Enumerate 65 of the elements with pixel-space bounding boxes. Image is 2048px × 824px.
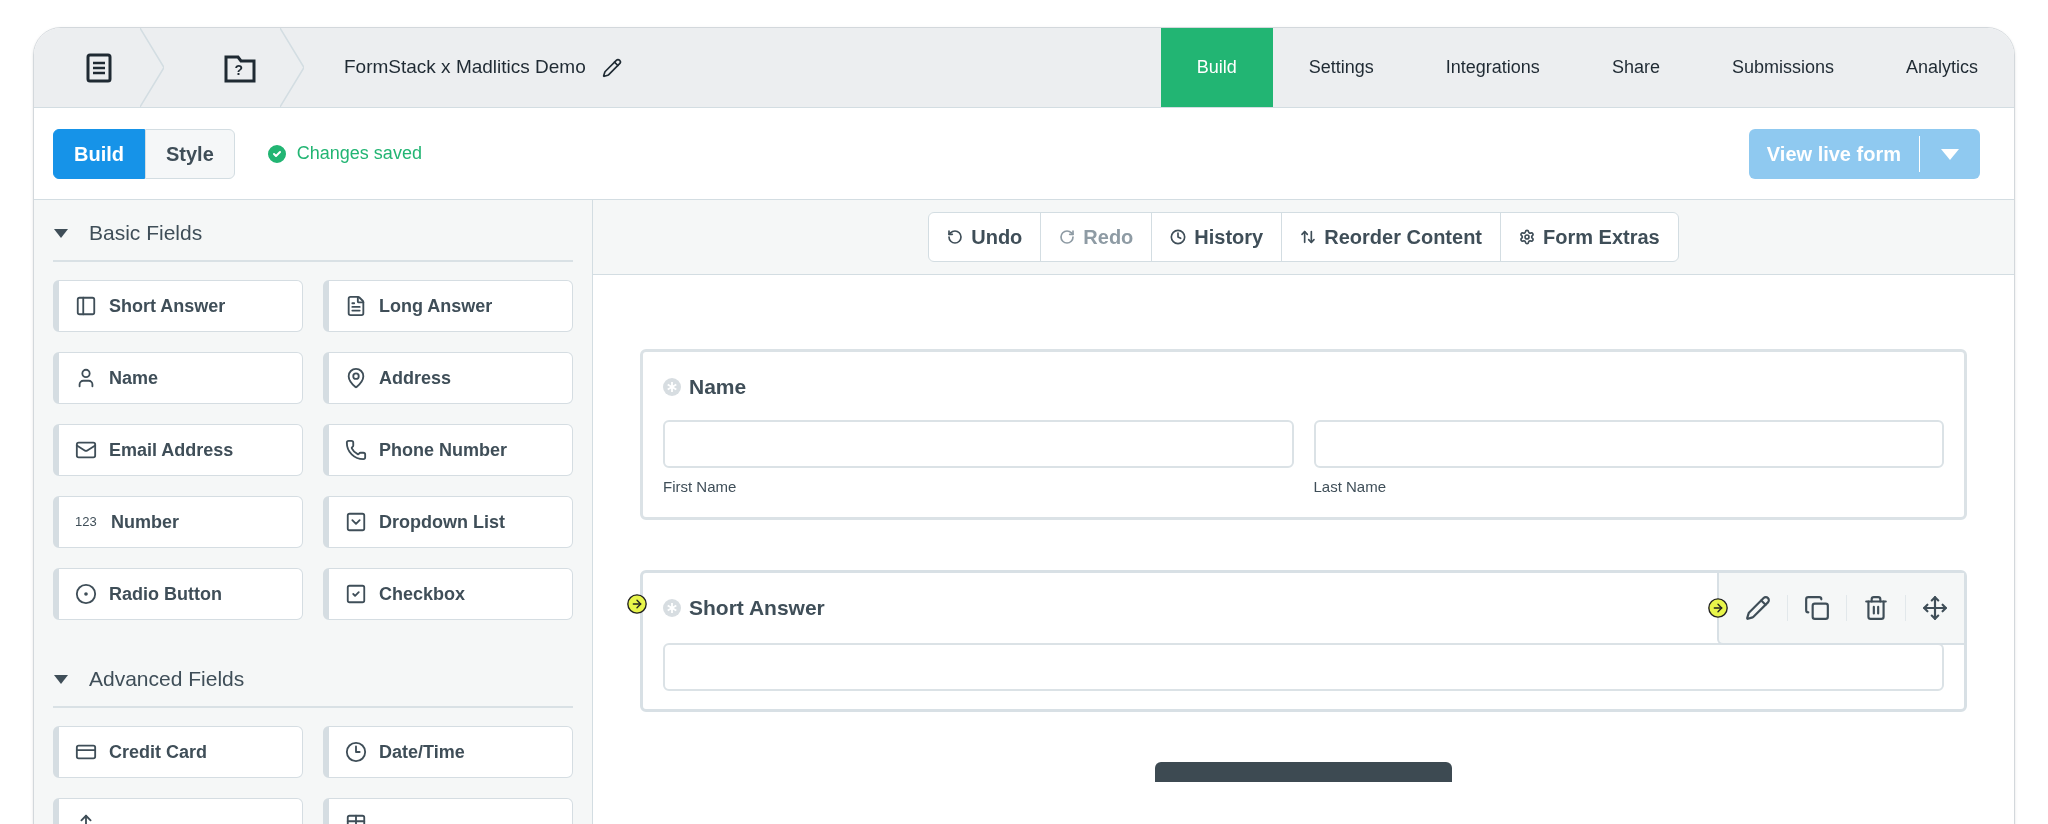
input-sublabel: Last Name [1313, 477, 1388, 497]
toolbar-button[interactable]: Undo [929, 213, 1041, 261]
field-tile[interactable]: Credit Card [53, 726, 303, 778]
field-tile[interactable]: Date/Time [323, 726, 573, 778]
collapse-caret-icon[interactable] [53, 673, 69, 685]
trash-icon[interactable] [1863, 594, 1889, 621]
phone-icon [345, 439, 367, 461]
number-icon: 123 [75, 512, 99, 532]
nav-tab[interactable]: Analytics [1869, 28, 2014, 107]
text-input[interactable] [663, 642, 1944, 691]
arrow-marker-icon [1707, 596, 1729, 619]
datetime-icon [345, 741, 367, 763]
field-tile[interactable]: Email Address [53, 424, 303, 476]
asterisk-icon [663, 598, 681, 617]
short-answer-icon [75, 295, 97, 317]
save-status: Changes saved [296, 142, 422, 165]
question-mark: ? [234, 61, 245, 80]
text-input[interactable] [1313, 420, 1944, 468]
clock-icon [1170, 229, 1187, 245]
field-tile[interactable]: Address [323, 352, 573, 404]
duplicate-icon[interactable] [1804, 594, 1830, 621]
input-sublabel: First Name [663, 477, 738, 497]
field-tile[interactable]: Checkbox [323, 568, 573, 620]
nav-tab[interactable]: Settings [1272, 28, 1410, 107]
form-title: FormStack x Madlitics Demo [344, 55, 586, 80]
redo-icon [1059, 229, 1076, 245]
dropdown-icon [345, 511, 367, 533]
long-answer-icon [345, 295, 367, 317]
field-tile[interactable]: Short Answer [53, 280, 303, 332]
breadcrumb-form[interactable]: ? [164, 28, 304, 107]
text-input[interactable] [663, 420, 1294, 468]
toolbar-button[interactable]: Form Extras [1500, 213, 1678, 261]
up-down-arrows-icon [1300, 229, 1317, 245]
radio-icon [75, 583, 97, 605]
section-title: Advanced Fields [89, 666, 245, 693]
toolbar-button[interactable]: History [1151, 213, 1282, 261]
field-tile[interactable]: 123 Number [53, 496, 303, 548]
undo-icon [947, 229, 964, 245]
edit-icon[interactable] [601, 57, 622, 78]
mode-toggle[interactable]: Style [145, 128, 235, 179]
add-field-button[interactable] [1155, 761, 1452, 782]
move-icon[interactable] [1922, 594, 1948, 621]
edit-icon[interactable] [1745, 594, 1771, 621]
field-tile[interactable]: Name [53, 352, 303, 404]
field-label: Short Answer [689, 594, 825, 621]
section-title: Basic Fields [89, 220, 203, 247]
form-field-card[interactable]: Short Answer [640, 569, 1967, 712]
arrow-marker-icon [626, 592, 648, 615]
toolbar-button[interactable]: Reorder Content [1281, 213, 1501, 261]
form-field-card[interactable]: Name First Name Last Name [640, 349, 1967, 520]
email-icon [75, 439, 97, 461]
field-tile[interactable]: Dropdown List [323, 496, 573, 548]
nav-tab[interactable]: Submissions [1695, 28, 1870, 107]
field-label: Name [689, 374, 747, 401]
nav-tab[interactable]: Share [1575, 28, 1696, 107]
address-icon [345, 367, 367, 389]
nav-tab[interactable]: Integrations [1409, 28, 1576, 107]
field-tile[interactable]: Phone Number [323, 424, 573, 476]
asterisk-icon [663, 378, 681, 396]
collapse-caret-icon[interactable] [53, 227, 69, 239]
document-icon [86, 52, 112, 83]
gear-icon [1519, 229, 1536, 245]
checkbox-icon [345, 583, 367, 605]
field-tile[interactable]: Long Answer [323, 280, 573, 332]
field-tile[interactable]: Radio Button [53, 568, 303, 620]
